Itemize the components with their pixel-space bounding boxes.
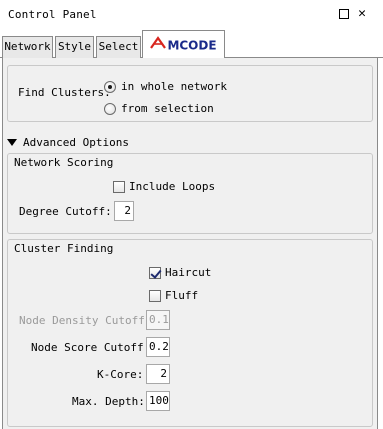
radio-from-selection[interactable]: from selection [104, 102, 214, 115]
close-icon[interactable]: ✕ [356, 7, 368, 20]
title-bar: Control Panel ✕ [0, 0, 383, 30]
advanced-options-label: Advanced Options [23, 136, 129, 149]
node-density-cutoff-input: 0.1 [146, 310, 170, 330]
haircut-box[interactable] [149, 266, 161, 279]
radio-whole-network-button[interactable] [104, 80, 116, 93]
network-scoring-title: Network Scoring [14, 156, 114, 169]
fluff-box[interactable] [149, 289, 161, 302]
tab-mcode[interactable]: MCODE [142, 30, 225, 59]
maximize-icon[interactable] [339, 9, 349, 19]
haircut-label: Haircut [165, 266, 212, 279]
radio-whole-network-label: in whole network [121, 80, 227, 93]
expand-triangle-icon[interactable] [7, 139, 17, 146]
window-title: Control Panel [8, 8, 97, 21]
tab-network[interactable]: Network [2, 36, 53, 58]
haircut-checkbox[interactable]: Haircut [149, 266, 211, 279]
tab-bar: Network Style Select MCODE [0, 30, 383, 59]
include-loops-label: Include Loops [129, 180, 216, 193]
degree-cutoff-input[interactable]: 2 [114, 201, 134, 221]
tab-mcode-label: MCODE [167, 38, 217, 53]
cluster-finding-title: Cluster Finding [14, 242, 114, 255]
mcode-logo-icon [150, 32, 167, 60]
radio-whole-network[interactable]: in whole network [104, 80, 227, 93]
tab-style[interactable]: Style [55, 36, 94, 58]
node-density-cutoff-label: Node Density Cutoff: [19, 314, 152, 327]
advanced-options-toggle[interactable]: Advanced Options [7, 136, 129, 149]
radio-from-selection-button[interactable] [104, 102, 116, 115]
radio-from-selection-label: from selection [121, 102, 214, 115]
k-core-input[interactable]: 2 [146, 364, 170, 384]
cluster-finding-group: Cluster Finding Haircut Fluff Node Densi… [7, 239, 373, 427]
max-depth-label: Max. Depth: [72, 395, 145, 408]
find-clusters-label: Find Clusters: [18, 86, 111, 99]
network-scoring-group: Network Scoring Include Loops Degree Cut… [7, 153, 373, 234]
max-depth-input[interactable]: 100 [146, 391, 170, 411]
find-clusters-section: Find Clusters: in whole network from sel… [7, 65, 373, 122]
degree-cutoff-label: Degree Cutoff: [19, 205, 112, 218]
node-score-cutoff-label: Node Score Cutoff: [31, 341, 151, 354]
include-loops-box[interactable] [113, 180, 125, 193]
fluff-label: Fluff [165, 289, 199, 302]
k-core-label: K-Core: [97, 368, 144, 381]
include-loops-checkbox[interactable]: Include Loops [113, 180, 215, 193]
fluff-checkbox[interactable]: Fluff [149, 289, 198, 302]
mcode-panel: Find Clusters: in whole network from sel… [2, 58, 378, 429]
node-score-cutoff-input[interactable]: 0.2 [146, 337, 170, 357]
tab-select[interactable]: Select [96, 36, 141, 58]
